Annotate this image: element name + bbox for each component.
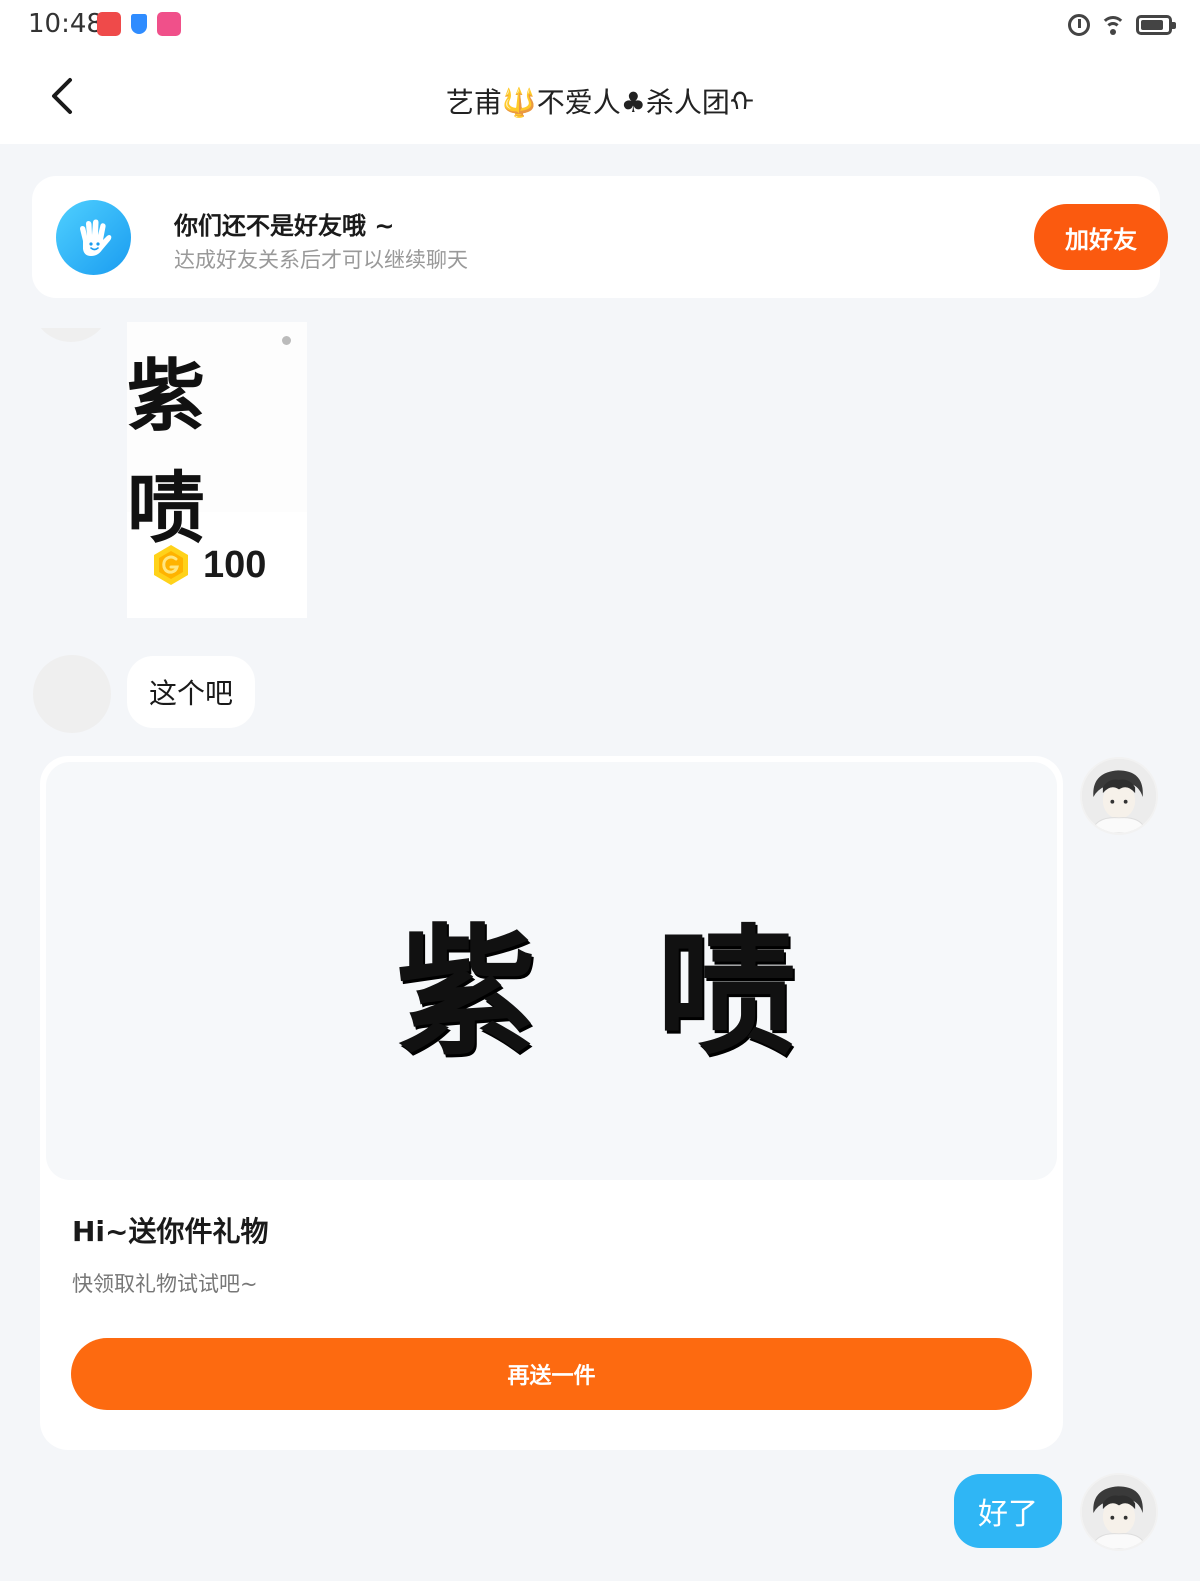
shield-icon: [131, 14, 147, 34]
avatar[interactable]: [33, 655, 111, 733]
banner-title: 你们还不是好友哦 ~: [174, 212, 395, 240]
chat-title: 艺甫🔱不爱人♣杀人团ᡣ: [445, 86, 755, 119]
shopping-app-icon: [97, 12, 121, 36]
avatar[interactable]: [1080, 757, 1158, 835]
gift-card-subtitle: 快领取礼物试试吧~: [72, 1272, 258, 1296]
outgoing-message-bubble: 好了: [954, 1474, 1062, 1548]
incoming-message-bubble: 这个吧: [127, 656, 256, 728]
resend-gift-button[interactable]: 再送一件: [71, 1338, 1032, 1410]
incoming-gift-card[interactable]: 紫 啧 100: [127, 322, 307, 618]
gift-sticker-text: 紫 啧: [396, 912, 833, 1075]
wave-hand-icon: [56, 200, 131, 275]
wifi-icon: [1100, 14, 1126, 36]
gift-image: 紫 啧: [46, 762, 1057, 1180]
add-friend-button[interactable]: 加好友: [1034, 204, 1168, 270]
alarm-icon: [1068, 14, 1090, 36]
not-friends-banner: 你们还不是好友哦 ~ 达成好友关系后才可以继续聊天 加好友: [32, 176, 1168, 298]
gold-coin-icon: [154, 545, 188, 585]
avatar[interactable]: [1080, 1473, 1158, 1551]
dot-indicator: [282, 336, 291, 345]
status-bar: 10:48: [0, 0, 1200, 50]
chat-header: 艺甫🔱不爱人♣杀人团ᡣ: [0, 50, 1200, 144]
battery-icon: [1136, 15, 1176, 35]
video-app-icon: [157, 12, 181, 36]
chevron-left-icon: [52, 78, 72, 114]
gift-card-title: Hi~送你件礼物: [72, 1215, 269, 1248]
banner-subtitle: 达成好友关系后才可以继续聊天: [174, 248, 468, 272]
gift-image: 紫 啧: [127, 322, 307, 554]
back-button[interactable]: [44, 72, 84, 120]
status-time: 10:48: [28, 9, 103, 39]
gift-price: 100: [127, 512, 307, 618]
status-indicators: [1068, 10, 1176, 40]
outgoing-gift-card[interactable]: 紫 啧 Hi~送你件礼物 快领取礼物试试吧~ 再送一件: [40, 756, 1063, 1450]
gift-price-value: 100: [203, 543, 267, 586]
